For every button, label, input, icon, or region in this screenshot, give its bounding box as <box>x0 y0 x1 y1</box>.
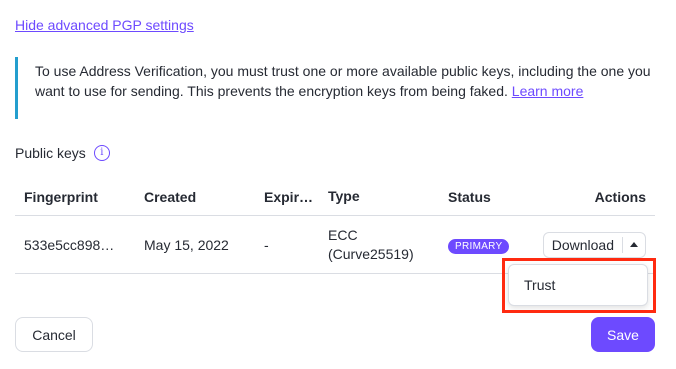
actions-cell: Download <box>535 231 655 258</box>
download-button[interactable]: Download <box>544 237 622 253</box>
type-line-1: ECC <box>328 226 358 243</box>
status-cell: PRIMARY <box>439 236 535 254</box>
public-keys-label: Public keys <box>15 145 86 161</box>
info-icon[interactable]: i <box>93 145 110 161</box>
column-header-actions: Actions <box>594 188 646 205</box>
caret-up-icon <box>630 242 638 247</box>
column-header-type: Type <box>328 188 360 204</box>
actions-dropdown-toggle[interactable] <box>623 242 645 247</box>
created-cell: May 15, 2022 <box>144 236 229 253</box>
cancel-button[interactable]: Cancel <box>15 317 93 352</box>
type-cell: ECC (Curve25519) <box>319 226 439 264</box>
hide-advanced-pgp-settings-link[interactable]: Hide advanced PGP settings <box>15 17 194 33</box>
download-split-button: Download <box>542 231 646 258</box>
learn-more-link[interactable]: Learn more <box>512 83 584 99</box>
fingerprint-cell: 533e5cc898… <box>24 236 115 253</box>
table-header: Fingerprint Created Expir… Type Status A… <box>15 178 655 216</box>
column-header-expires: Expir… <box>264 188 314 205</box>
column-header-status: Status <box>448 188 491 205</box>
public-keys-table: Fingerprint Created Expir… Type Status A… <box>15 178 655 274</box>
column-header-created: Created <box>144 188 197 205</box>
expires-cell: - <box>264 236 269 253</box>
save-button[interactable]: Save <box>591 317 655 352</box>
type-line-2: (Curve25519) <box>328 245 414 262</box>
status-badge: PRIMARY <box>448 238 510 254</box>
column-header-fingerprint: Fingerprint <box>24 188 98 205</box>
trust-menu-item[interactable]: Trust <box>509 277 647 293</box>
public-keys-heading: Public keys i <box>15 145 110 161</box>
actions-dropdown-menu: Trust <box>508 264 648 306</box>
info-callout: To use Address Verification, you must tr… <box>15 57 655 119</box>
